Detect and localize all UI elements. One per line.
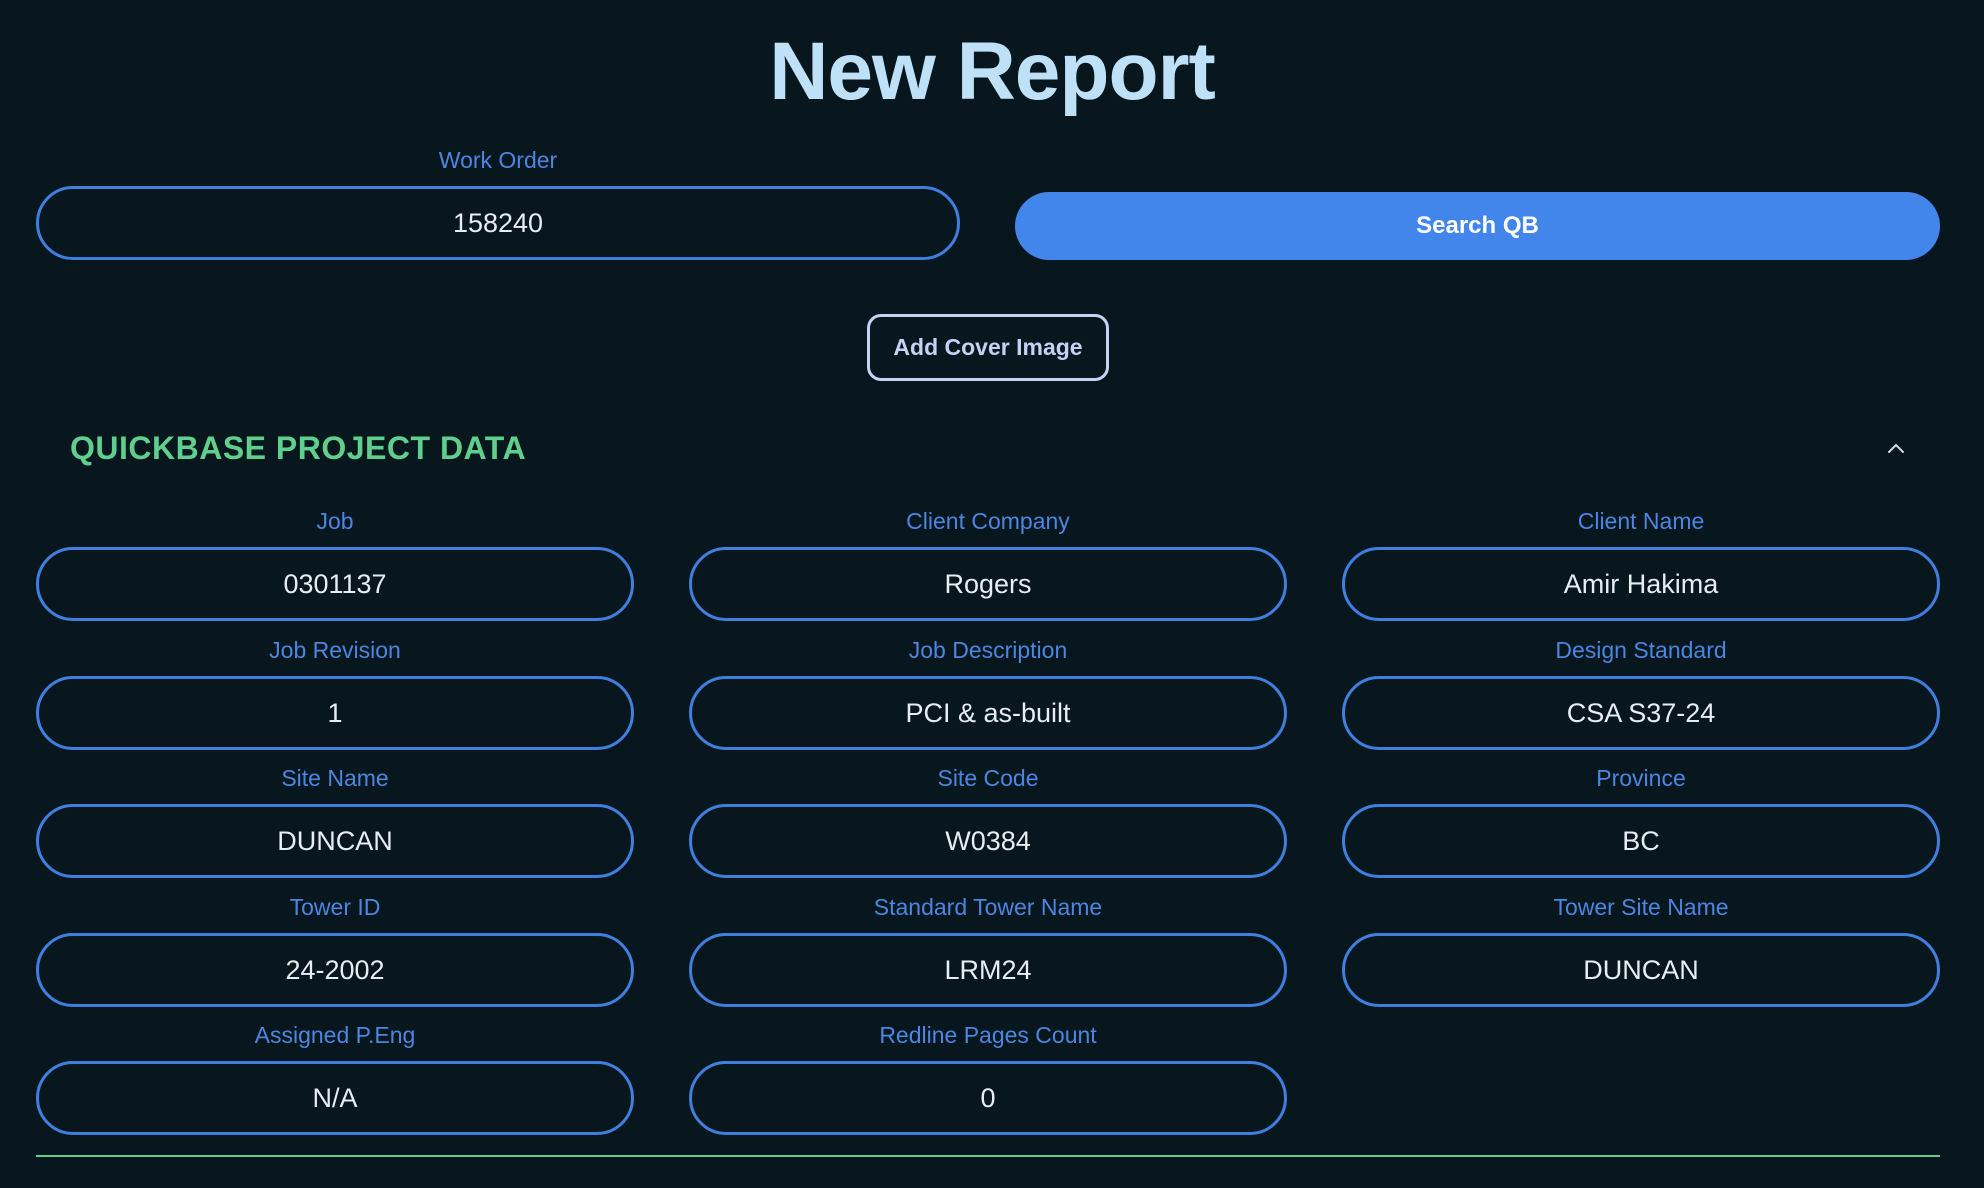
site-name-label: Site Name bbox=[281, 765, 389, 791]
chevron-up-icon bbox=[1888, 444, 1904, 453]
design-standard-label: Design Standard bbox=[1555, 637, 1727, 663]
work-order-input[interactable] bbox=[36, 186, 960, 260]
section-divider bbox=[36, 1155, 1940, 1157]
client-company-input[interactable] bbox=[689, 547, 1287, 621]
page-title: New Report bbox=[769, 26, 1216, 117]
redline-pages-count-label: Redline Pages Count bbox=[879, 1022, 1097, 1048]
job-revision-input[interactable] bbox=[36, 676, 634, 750]
tower-id-input[interactable] bbox=[36, 933, 634, 1007]
search-qb-button[interactable]: Search QB bbox=[1015, 192, 1940, 260]
site-code-input[interactable] bbox=[689, 804, 1287, 878]
tower-site-name-input[interactable] bbox=[1342, 933, 1940, 1007]
site-name-input[interactable] bbox=[36, 804, 634, 878]
tower-site-name-label: Tower Site Name bbox=[1553, 894, 1729, 920]
tower-id-label: Tower ID bbox=[289, 894, 381, 920]
client-name-label: Client Name bbox=[1577, 508, 1705, 534]
standard-tower-name-input[interactable] bbox=[689, 933, 1287, 1007]
design-standard-input[interactable] bbox=[1342, 676, 1940, 750]
redline-pages-count-input[interactable] bbox=[689, 1061, 1287, 1135]
job-description-label: Job Description bbox=[908, 637, 1068, 663]
standard-tower-name-label: Standard Tower Name bbox=[873, 894, 1103, 920]
job-revision-label: Job Revision bbox=[269, 637, 401, 663]
work-order-label: Work Order bbox=[438, 147, 558, 173]
collapse-section-button[interactable] bbox=[1876, 432, 1916, 464]
job-description-input[interactable] bbox=[689, 676, 1287, 750]
add-cover-image-button[interactable]: Add Cover Image bbox=[867, 314, 1109, 381]
province-input[interactable] bbox=[1342, 804, 1940, 878]
job-input[interactable] bbox=[36, 547, 634, 621]
site-code-label: Site Code bbox=[937, 765, 1039, 791]
assigned-peng-label: Assigned P.Eng bbox=[254, 1022, 416, 1048]
client-company-label: Client Company bbox=[906, 508, 1070, 534]
new-report-page: New Report Work Order Search QB Add Cove… bbox=[0, 0, 1984, 1188]
job-label: Job bbox=[316, 508, 354, 534]
province-label: Province bbox=[1596, 765, 1686, 791]
client-name-input[interactable] bbox=[1342, 547, 1940, 621]
assigned-peng-input[interactable] bbox=[36, 1061, 634, 1135]
section-title: QUICKBASE PROJECT DATA bbox=[70, 430, 527, 466]
